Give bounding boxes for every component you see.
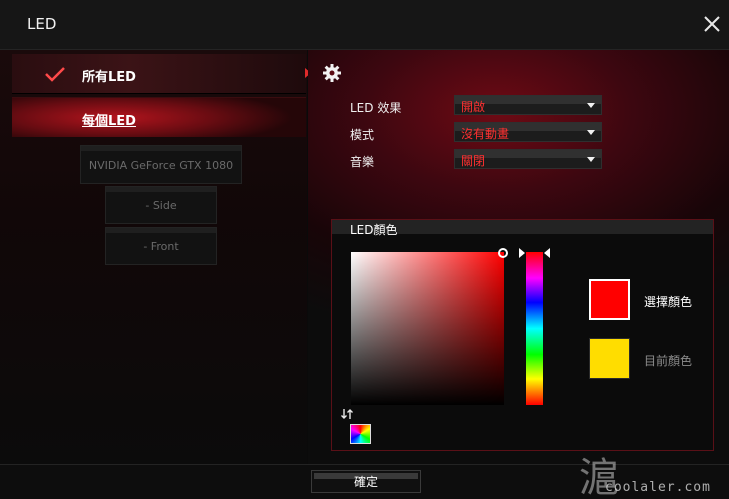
led-effect-value: 開啟	[461, 100, 486, 114]
current-color-swatch	[589, 338, 630, 379]
led-color-header: LED顏色	[332, 220, 713, 237]
ok-button[interactable]: 確定	[311, 470, 421, 493]
color-palette-icon[interactable]	[350, 424, 371, 444]
close-icon[interactable]	[701, 13, 723, 35]
window-title: LED	[27, 15, 57, 33]
hue-slider[interactable]	[526, 252, 543, 405]
gear-icon	[323, 64, 341, 82]
title-bar: LED	[0, 0, 729, 50]
ok-button-label: 確定	[353, 475, 378, 489]
nav-each-led-label: 每個LED	[82, 114, 136, 129]
led-effect-dropdown[interactable]: 開啟	[454, 95, 602, 115]
selected-color-swatch	[589, 279, 630, 320]
hue-slider-handle-right[interactable]	[544, 248, 550, 258]
chevron-down-icon	[587, 157, 595, 162]
selected-color-label: 選擇顏色	[644, 295, 693, 309]
color-picker-handle[interactable]	[498, 248, 508, 258]
music-label: 音樂	[350, 155, 375, 169]
music-dropdown[interactable]: 關閉	[454, 149, 602, 169]
mode-dropdown[interactable]: 沒有動畫	[454, 122, 602, 142]
saturation-value-picker[interactable]	[351, 252, 504, 405]
led-effect-label: LED 效果	[350, 101, 402, 115]
chevron-down-icon	[587, 103, 595, 108]
mode-label: 模式	[350, 128, 375, 142]
current-color-label: 目前顏色	[644, 354, 693, 368]
mode-value: 沒有動畫	[461, 127, 510, 141]
checkmark-icon	[45, 67, 65, 82]
nav-all-led[interactable]: 所有LED	[12, 54, 306, 94]
nav-each-led[interactable]: 每個LED	[12, 97, 306, 137]
device-front-button[interactable]: - Front	[105, 227, 217, 265]
chevron-down-icon	[587, 130, 595, 135]
nav-all-led-label: 所有LED	[82, 70, 136, 85]
hue-slider-handle-left[interactable]	[519, 248, 525, 258]
device-gpu-button[interactable]: NVIDIA GeForce GTX 1080	[80, 145, 242, 184]
music-value: 關閉	[461, 154, 486, 168]
device-side-button[interactable]: - Side	[105, 186, 217, 224]
swap-icon[interactable]	[340, 407, 354, 421]
led-color-title: LED顏色	[350, 223, 398, 237]
